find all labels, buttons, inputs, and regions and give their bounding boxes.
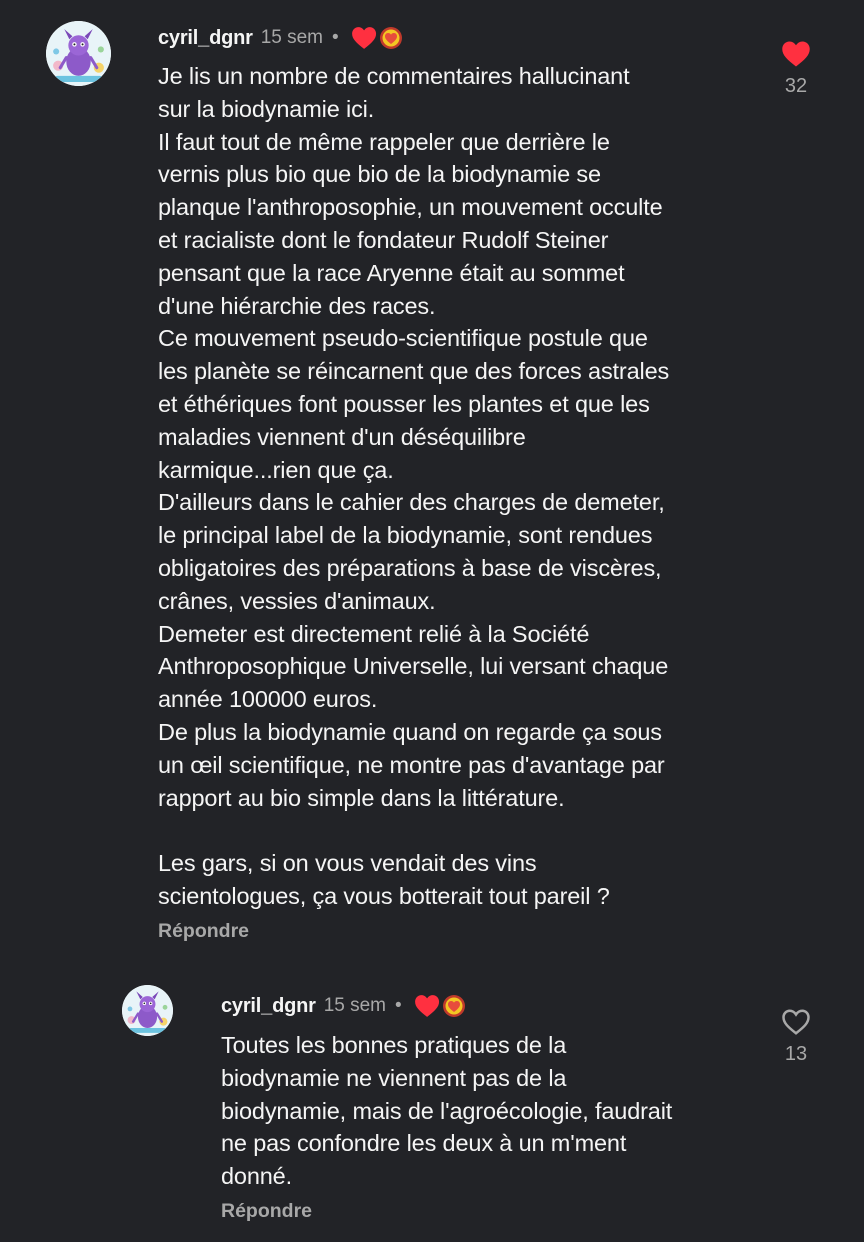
avatar[interactable] [46, 21, 111, 86]
reply-button[interactable]: Répondre [221, 1200, 312, 1223]
like-count: 32 [784, 75, 808, 97]
avatar-icon [46, 21, 111, 86]
like-count: 13 [784, 1043, 808, 1065]
separator: • [332, 27, 339, 48]
red-heart-icon [414, 994, 439, 1018]
timestamp: 15 sem [260, 27, 324, 48]
comment-text: Je lis un nombre de commentaires halluci… [158, 63, 670, 909]
like-area: 32 [771, 40, 821, 98]
avatar-icon [122, 985, 173, 1036]
timestamp: 15 sem [323, 995, 387, 1016]
gold-heart-badge-icon [442, 994, 466, 1018]
username[interactable]: cyril_dgnr [221, 995, 316, 1018]
red-heart-icon [351, 26, 376, 50]
like-area: 13 [771, 1008, 821, 1066]
avatar[interactable] [122, 985, 173, 1036]
comment-header: cyril_dgnr 15 sem • [158, 23, 403, 53]
comment-header: cyril_dgnr 15 sem • [221, 991, 466, 1021]
heart-outline-icon[interactable] [781, 1008, 811, 1036]
separator: • [395, 995, 402, 1016]
reply-comment: cyril_dgnr 15 sem • Toutes les bonnes pr… [0, 960, 864, 1242]
reply-button[interactable]: Répondre [158, 920, 249, 943]
comment: cyril_dgnr 15 sem • Je lis un nombre de … [0, 0, 864, 960]
heart-filled-icon[interactable] [781, 40, 811, 68]
username[interactable]: cyril_dgnr [158, 27, 253, 50]
comment-text: Toutes les bonnes pratiques de la biodyn… [221, 1032, 673, 1190]
gold-heart-badge-icon [379, 26, 403, 50]
